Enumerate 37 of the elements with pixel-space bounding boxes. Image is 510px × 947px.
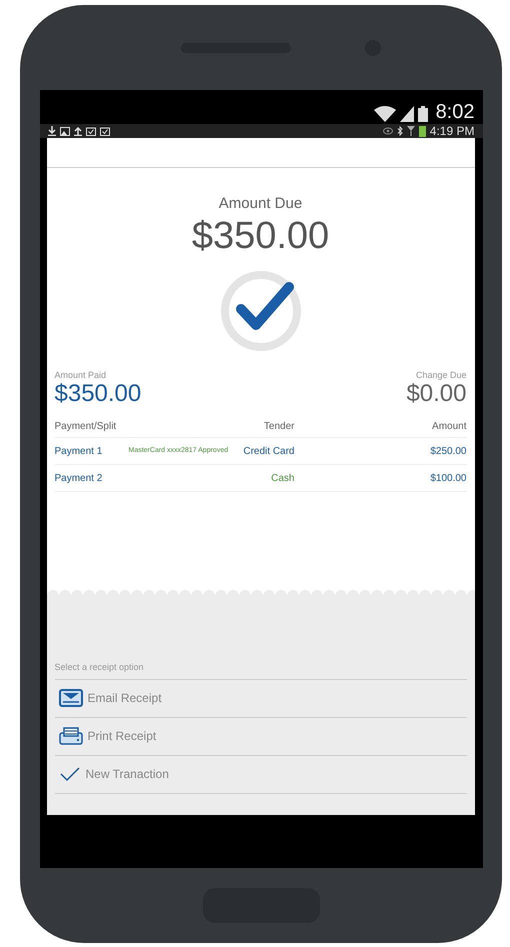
bag-check-icon bbox=[100, 126, 110, 136]
change-due-value: $0.00 bbox=[406, 382, 466, 406]
upload-icon bbox=[74, 126, 82, 136]
status-time: 4:19 PM bbox=[430, 125, 474, 137]
receipt-prompt: Select a receipt option bbox=[54, 661, 466, 680]
tender-cell-text: Cash bbox=[270, 472, 294, 486]
change-due-label: Change Due bbox=[416, 371, 466, 380]
signal-icon bbox=[400, 106, 414, 122]
amount-paid-value: $350.00 bbox=[54, 382, 142, 406]
battery-icon bbox=[418, 106, 428, 122]
amount-cell-text: $100.00 bbox=[429, 472, 466, 486]
payment-cell-text: Payment 2 bbox=[54, 472, 104, 486]
envelope-icon bbox=[58, 689, 82, 707]
amount-cell-text: $250.00 bbox=[429, 444, 466, 458]
download-icon bbox=[48, 126, 56, 136]
amount-paid-label: Amount Paid bbox=[54, 371, 108, 380]
amount-due-value: $350.00 bbox=[192, 217, 330, 255]
column-header: Payment/Split bbox=[54, 420, 118, 434]
wifi-icon bbox=[374, 106, 396, 122]
printer-icon bbox=[58, 727, 82, 745]
column-header: Tender bbox=[262, 420, 294, 434]
battery-icon bbox=[418, 126, 426, 136]
receipt-option[interactable]: Email Receipt bbox=[88, 689, 162, 707]
receipt-option[interactable]: Print Receipt bbox=[88, 727, 156, 745]
payment-cell-text: Payment 1 bbox=[54, 444, 104, 458]
receipt-option[interactable]: New Tranaction bbox=[86, 765, 169, 783]
column-header: Amount bbox=[431, 420, 466, 434]
clock-time: 8:02 bbox=[436, 102, 474, 122]
amount-due-label: Amount Due bbox=[218, 196, 302, 211]
signal-icon bbox=[406, 126, 415, 136]
bluetooth-icon bbox=[396, 126, 403, 136]
checkmark-icon bbox=[58, 766, 80, 782]
tender-cell-text: Credit Card bbox=[242, 444, 294, 458]
bag-check-icon bbox=[86, 126, 96, 136]
eye-icon bbox=[382, 127, 393, 135]
image-icon bbox=[60, 126, 70, 136]
check-circle-icon bbox=[218, 269, 302, 353]
